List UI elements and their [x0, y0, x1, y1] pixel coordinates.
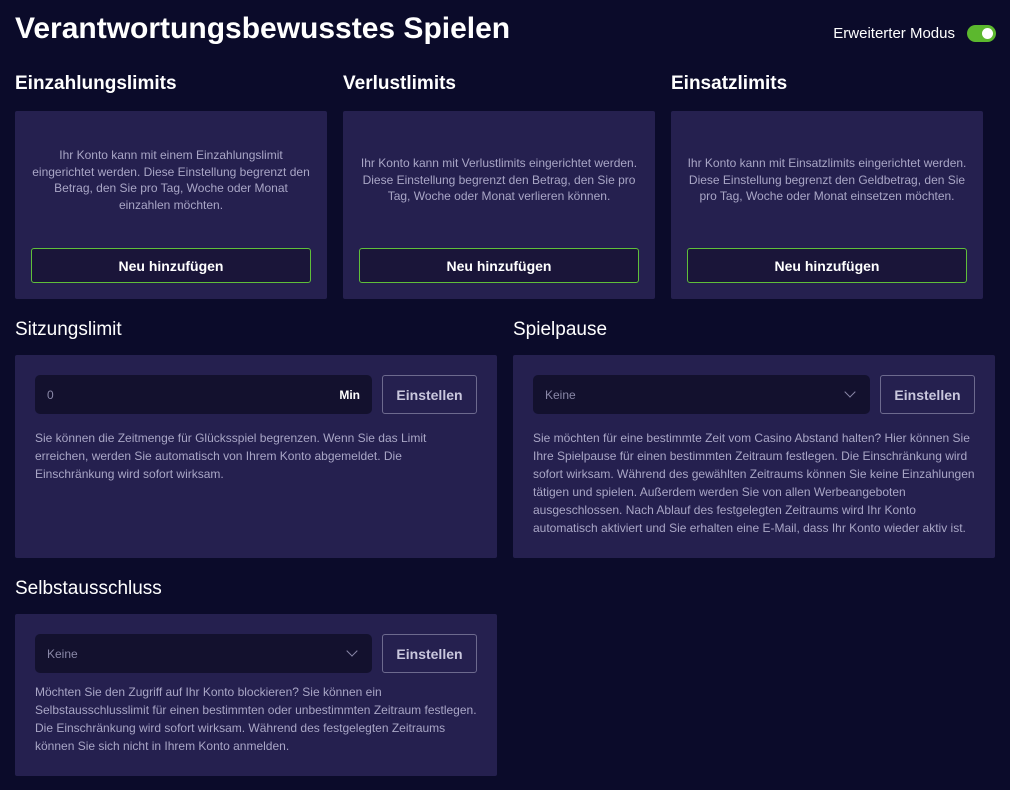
self-exclusion-selected: Keine	[47, 646, 78, 661]
chevron-down-icon	[346, 645, 358, 657]
session-limit-title: Sitzungslimit	[15, 319, 122, 340]
wager-limits-text: Ihr Konto kann mit Einsatzlimits eingeri…	[687, 156, 967, 203]
session-limit-input[interactable]: 0 Min	[35, 375, 372, 414]
loss-limits-card: Ihr Konto kann mit Verlustlimits eingeri…	[343, 111, 655, 299]
session-limit-unit: Min	[339, 387, 360, 402]
session-limit-value: 0	[47, 387, 54, 402]
deposit-limits-title: Einzahlungslimits	[15, 73, 177, 94]
add-wager-limit-button[interactable]: Neu hinzufügen	[687, 248, 967, 283]
wager-limits-title: Einsatzlimits	[671, 73, 788, 94]
wager-limits-card: Ihr Konto kann mit Einsatzlimits eingeri…	[671, 111, 983, 299]
toggle-switch[interactable]	[967, 25, 996, 42]
loss-limits-title: Verlustlimits	[343, 73, 456, 94]
toggle-knob	[982, 28, 993, 39]
deposit-limits-text: Ihr Konto kann mit einem Einzahlungslimi…	[32, 148, 310, 212]
game-pause-set-button[interactable]: Einstellen	[880, 375, 975, 414]
chevron-down-icon	[844, 386, 856, 398]
add-loss-limit-button[interactable]: Neu hinzufügen	[359, 248, 639, 283]
deposit-limits-card: Ihr Konto kann mit einem Einzahlungslimi…	[15, 111, 327, 299]
loss-limits-text: Ihr Konto kann mit Verlustlimits eingeri…	[360, 156, 638, 203]
game-pause-select[interactable]: Keine	[533, 375, 870, 414]
advanced-mode-toggle[interactable]: Erweiterter Modus	[833, 25, 996, 42]
self-exclusion-title: Selbstausschluss	[15, 578, 162, 599]
game-pause-description: Sie möchten für eine bestimmte Zeit vom …	[533, 431, 975, 535]
responsible-gaming-page: Verantwortungsbewusstes Spielen Erweiter…	[0, 0, 1010, 790]
session-limit-card: 0 Min Einstellen Sie können die Zeitmeng…	[15, 355, 497, 558]
add-deposit-limit-button[interactable]: Neu hinzufügen	[31, 248, 311, 283]
game-pause-title: Spielpause	[513, 319, 608, 340]
page-title: Verantwortungsbewusstes Spielen	[15, 12, 511, 45]
self-exclusion-select[interactable]: Keine	[35, 634, 372, 673]
game-pause-card: Keine Einstellen Sie möchten für eine be…	[513, 355, 995, 558]
self-exclusion-card: Keine Einstellen Möchten Sie den Zugriff…	[15, 614, 497, 776]
advanced-mode-label: Erweiterter Modus	[833, 25, 955, 42]
session-limit-description: Sie können die Zeitmenge für Glücksspiel…	[35, 431, 427, 481]
game-pause-selected: Keine	[545, 387, 576, 402]
self-exclusion-description: Möchten Sie den Zugriff auf Ihr Konto bl…	[35, 685, 477, 753]
self-exclusion-set-button[interactable]: Einstellen	[382, 634, 477, 673]
session-limit-set-button[interactable]: Einstellen	[382, 375, 477, 414]
